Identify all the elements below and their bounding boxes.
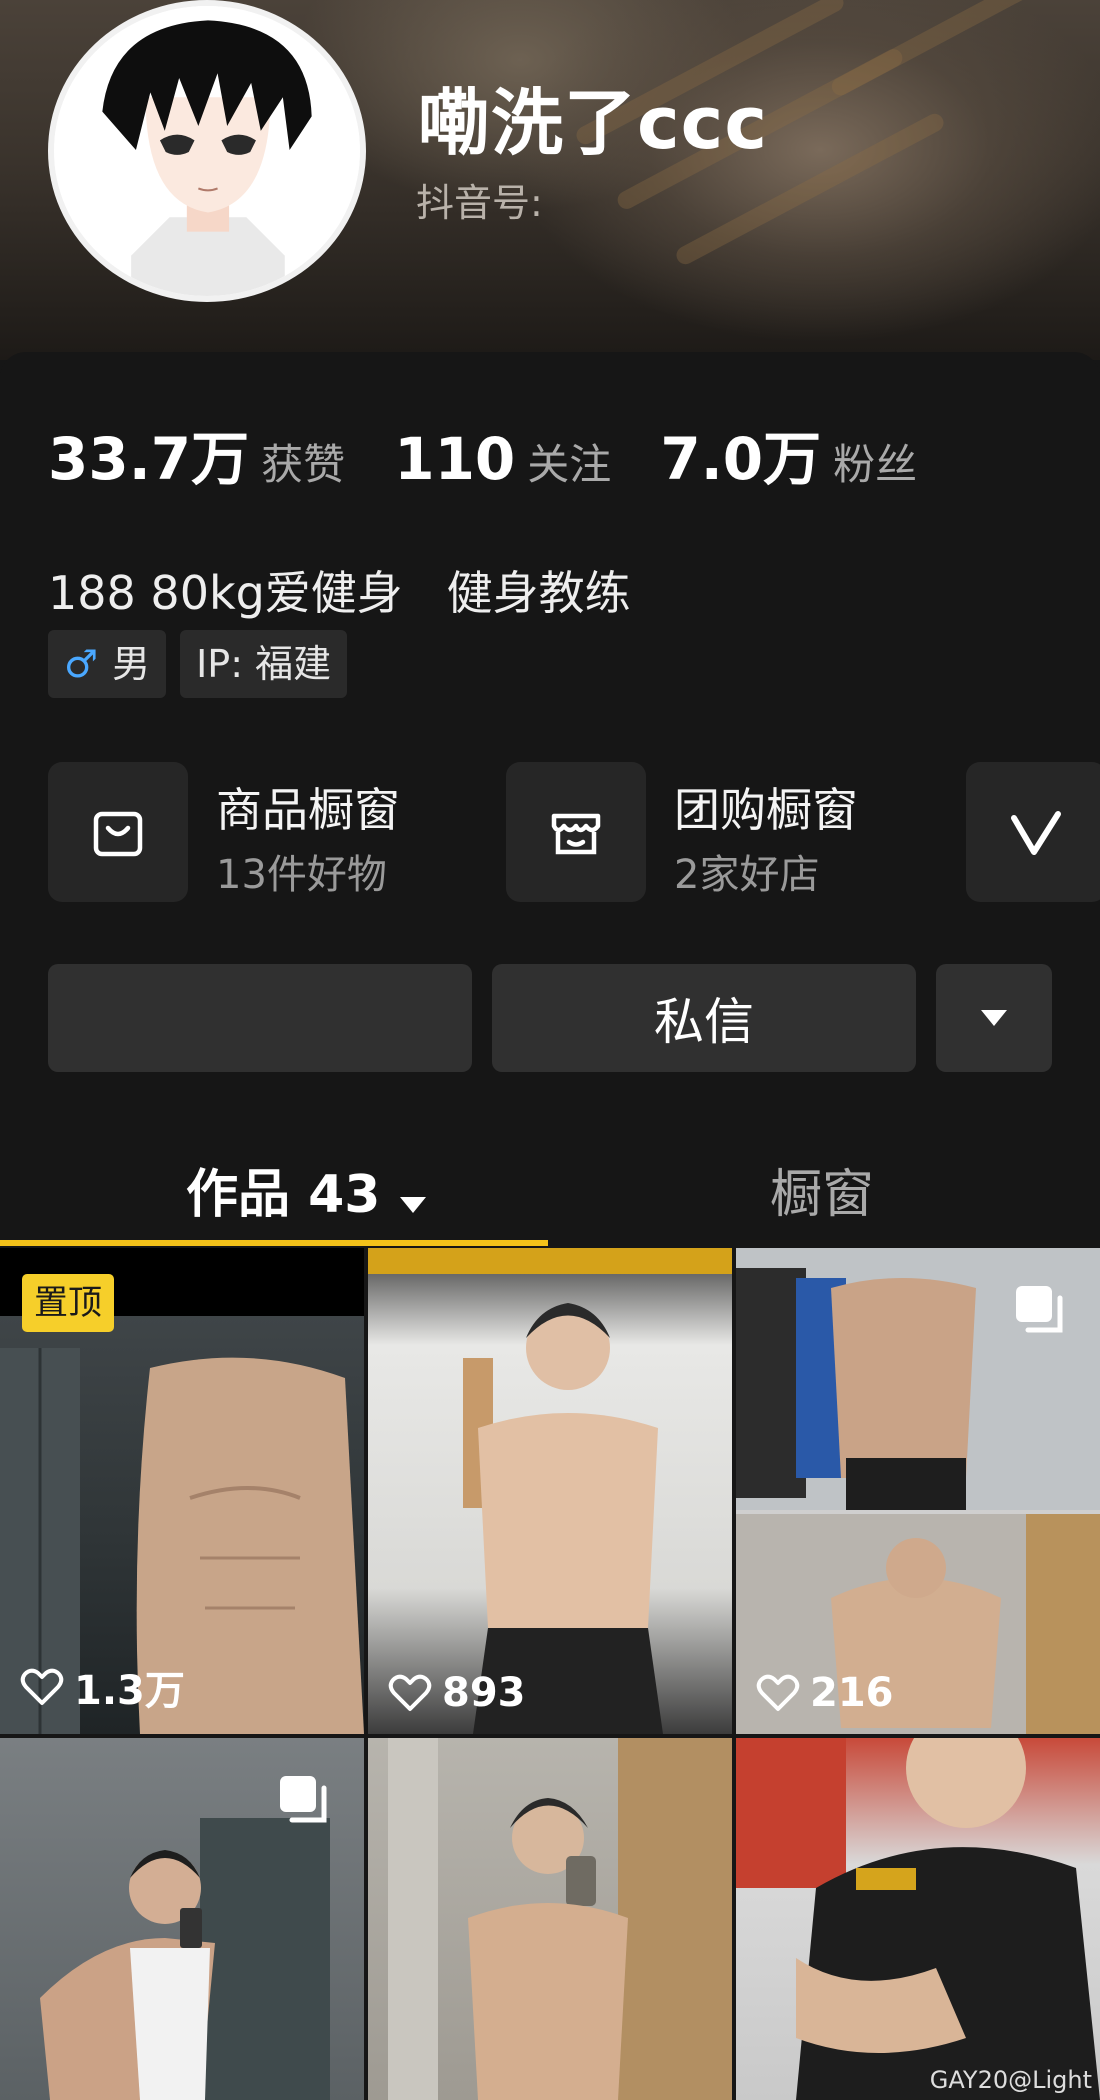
- profile-panel: 33.7万 获赞 110 关注 7.0万 粉丝 188 80kg爱健身 健身教练 ♂ 男…: [0, 352, 1100, 1252]
- stat-followers-value: 7.0万: [660, 425, 822, 493]
- douyin-id-label: 抖音号:: [416, 181, 543, 225]
- post-likes: 893: [388, 1670, 526, 1716]
- profile-tabs: 作品 43 橱窗: [0, 1142, 1100, 1252]
- stat-following-label: 关注: [527, 440, 612, 489]
- stat-followers[interactable]: 7.0万 粉丝: [660, 412, 917, 496]
- post-likes: 1.3万: [20, 1658, 185, 1716]
- group-buy-title: 团购橱窗: [674, 783, 858, 837]
- stat-likes-value: 33.7万: [48, 425, 250, 493]
- stat-following[interactable]: 110 关注: [394, 425, 611, 493]
- post-thumbnail[interactable]: [0, 1738, 364, 2100]
- more-dropdown-button[interactable]: [936, 964, 1052, 1072]
- product-showcase-card[interactable]: 商品橱窗 13件好物: [48, 762, 468, 902]
- profile-stats: 33.7万 获赞 110 关注 7.0万 粉丝: [48, 412, 961, 496]
- heart-outline-icon: [388, 1674, 432, 1711]
- message-button[interactable]: 私信: [492, 964, 916, 1072]
- avatar[interactable]: [48, 0, 366, 302]
- heart-outline-icon: [20, 1668, 64, 1705]
- heart-outline-icon: [756, 1674, 800, 1711]
- nickname: 嘞洗了ccc: [418, 81, 769, 165]
- male-icon: ♂: [64, 642, 99, 686]
- post-likes-count: 216: [810, 1670, 894, 1716]
- post-thumbnail[interactable]: [368, 1738, 732, 2100]
- profile-bio: 188 80kg爱健身 健身教练: [48, 566, 631, 620]
- post-thumbnail[interactable]: 置顶 1.3万: [0, 1248, 364, 1734]
- stat-following-value: 110: [394, 425, 516, 493]
- post-likes: 216: [756, 1670, 894, 1716]
- post-thumbnail-image: [736, 1738, 1100, 2100]
- stat-likes[interactable]: 33.7万 获赞: [48, 412, 345, 496]
- tab-works-label: 作品 43: [186, 1165, 381, 1225]
- ip-location-tag: IP: 福建: [180, 630, 348, 698]
- profile-header-banner: 嘞洗了ccc 抖音号:: [0, 0, 1100, 360]
- caret-down-icon: [981, 1010, 1007, 1026]
- post-thumbnail-image: [388, 1738, 732, 2100]
- post-thumbnail[interactable]: 893: [368, 1248, 732, 1734]
- group-buy-count: 2家好店: [674, 852, 820, 898]
- multi-image-icon: [1016, 1286, 1063, 1333]
- avatar-anime-portrait: [54, 6, 360, 296]
- stat-likes-label: 获赞: [261, 440, 346, 489]
- shopping-bag-icon: [48, 762, 188, 902]
- product-showcase-title: 商品橱窗: [216, 783, 400, 837]
- post-likes-count: 893: [442, 1670, 526, 1716]
- profile-tags: ♂ 男 IP: 福建: [48, 630, 361, 698]
- store-icon: [506, 762, 646, 902]
- multi-image-icon: [280, 1776, 327, 1823]
- caret-down-icon: [398, 1168, 428, 1228]
- active-tab-indicator: [0, 1240, 548, 1246]
- posts-grid: 置顶 1.3万 893 216 GAY20@Light: [0, 1248, 1100, 2100]
- tab-works[interactable]: 作品 43: [186, 1152, 428, 1228]
- pinned-badge: 置顶: [22, 1274, 114, 1332]
- gender-tag: ♂ 男: [48, 630, 167, 698]
- follow-button[interactable]: [48, 964, 472, 1072]
- stat-followers-label: 粉丝: [833, 440, 918, 489]
- product-showcase-count: 13件好物: [216, 852, 387, 898]
- post-thumbnail-image: [368, 1248, 732, 1734]
- gender-label: 男: [112, 642, 151, 686]
- post-thumbnail[interactable]: [736, 1738, 1100, 2100]
- banner-cat-stripe: [828, 0, 1032, 99]
- tab-showcase[interactable]: 橱窗: [770, 1152, 874, 1227]
- v-card[interactable]: [966, 762, 1100, 902]
- group-buy-card[interactable]: 团购橱窗 2家好店: [506, 762, 926, 902]
- post-likes-count: 1.3万: [74, 1668, 185, 1714]
- watermark: GAY20@Light: [929, 2066, 1092, 2094]
- shop-cards-row: 商品橱窗 13件好物 团购橱窗 2家好店: [48, 762, 1100, 912]
- v-logo-icon: [966, 762, 1100, 902]
- post-thumbnail[interactable]: 216: [736, 1248, 1100, 1734]
